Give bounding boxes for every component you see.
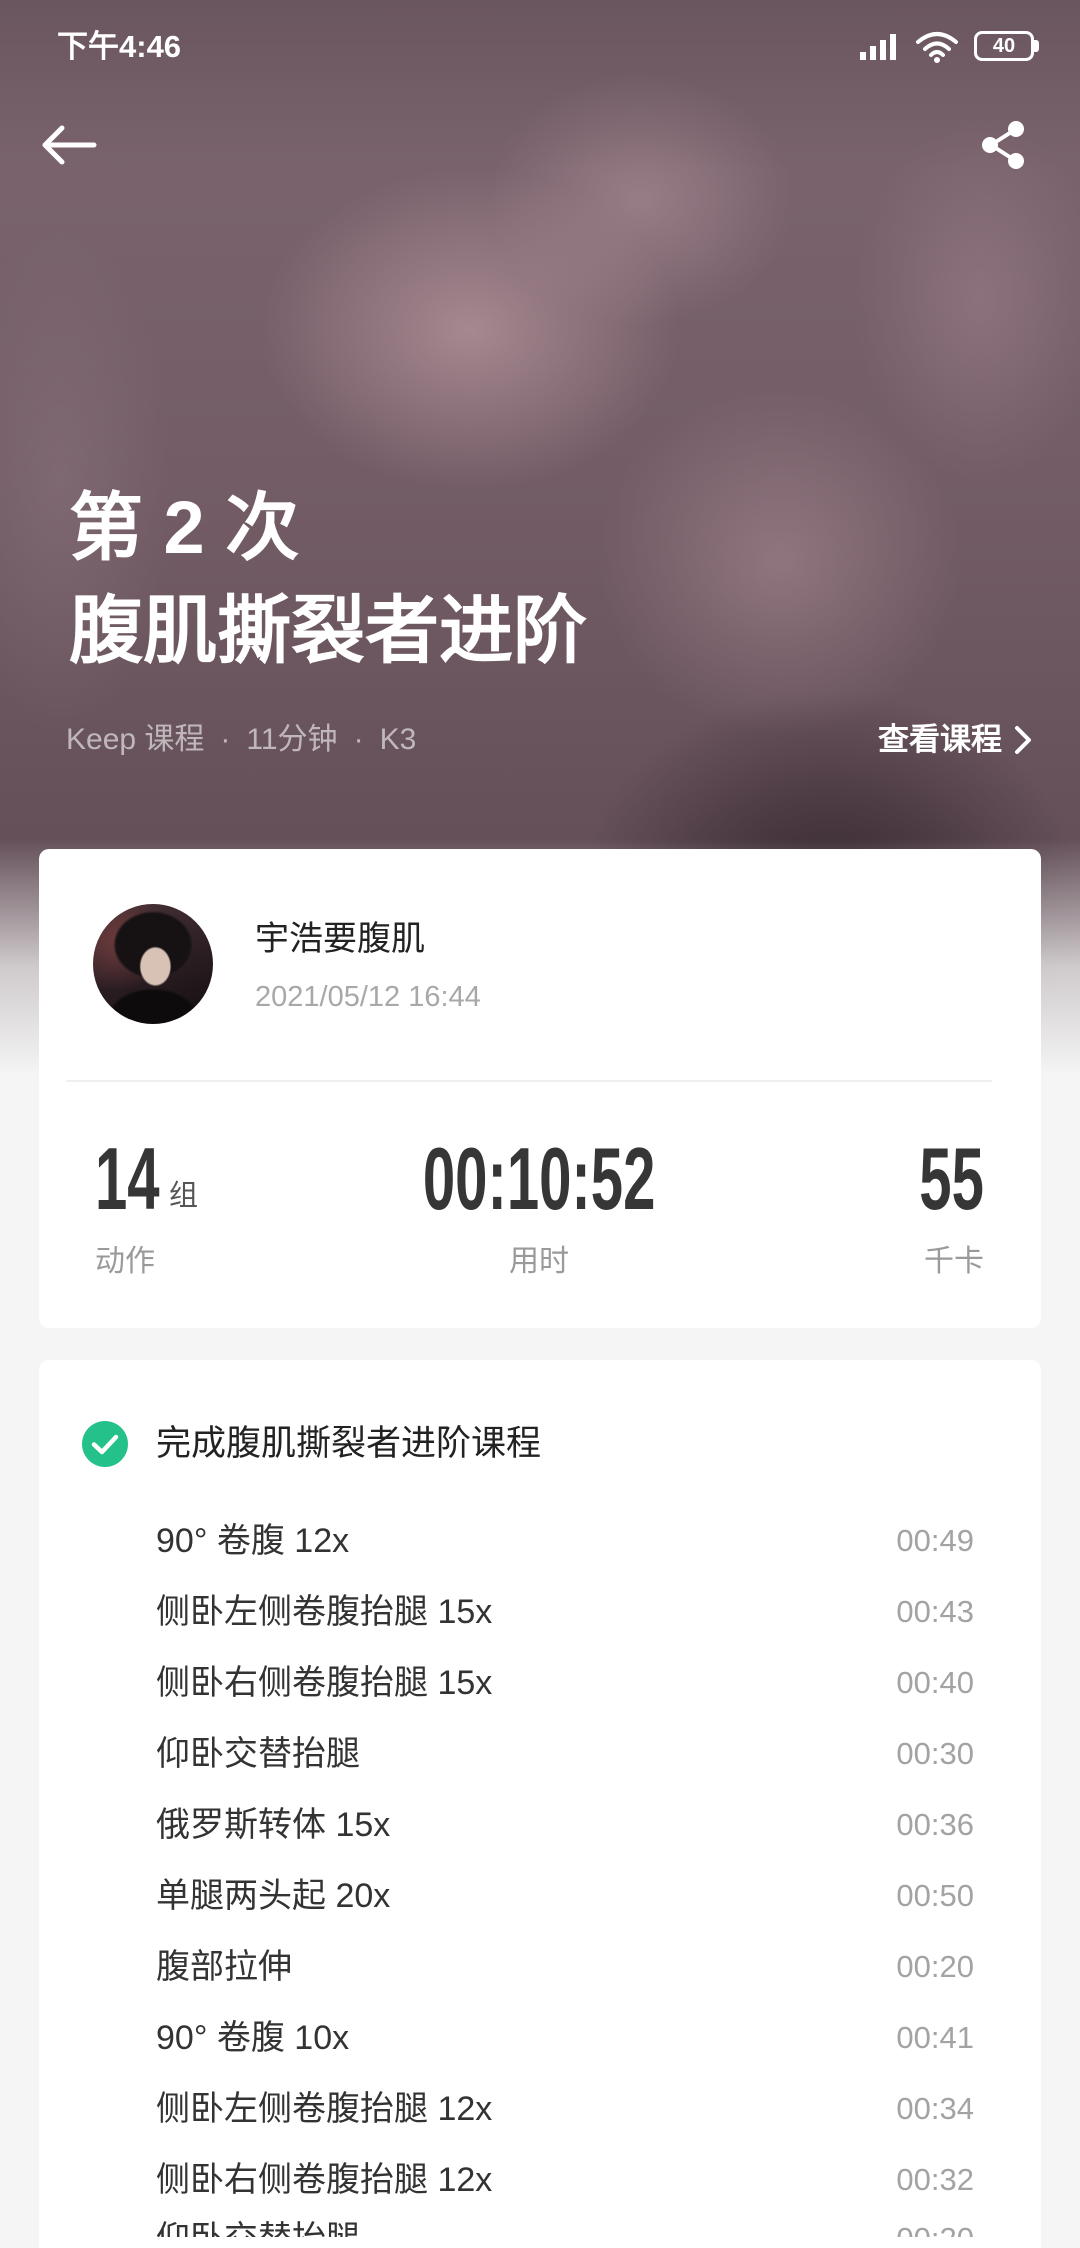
user-name[interactable]: 宇浩要腹肌 — [255, 917, 425, 961]
exercise-row: 仰卧交替抬腿 00:20 — [39, 2215, 1041, 2237]
exercise-row: 90° 卷腹 12x 00:49 — [39, 1505, 1041, 1576]
divider — [66, 1080, 992, 1082]
exercise-name: 仰卧交替抬腿 — [156, 2215, 360, 2237]
share-icon — [982, 121, 1024, 169]
exercise-name: 侧卧右侧卷腹抬腿 15x — [156, 1663, 493, 1702]
exercise-row: 侧卧左侧卷腹抬腿 12x 00:34 — [39, 2073, 1041, 2144]
exercise-time: 00:32 — [896, 2161, 974, 2197]
back-arrow-icon — [42, 125, 97, 165]
meta-duration: 11分钟 — [246, 723, 338, 756]
exercise-name: 仰卧交替抬腿 — [156, 1734, 360, 1773]
battery-tip — [1034, 40, 1039, 52]
share-button[interactable] — [976, 117, 1032, 173]
exercise-row: 90° 卷腹 10x 00:41 — [39, 2002, 1041, 2073]
exercise-name: 腹部拉伸 — [156, 1947, 292, 1986]
battery-level: 40 — [992, 35, 1016, 57]
view-course-label: 查看课程 — [878, 722, 1002, 757]
exercise-time: 00:20 — [896, 2215, 974, 2237]
exercise-row: 侧卧左侧卷腹抬腿 15x 00:43 — [39, 1576, 1041, 1647]
completion-card: 完成腹肌撕裂者进阶课程 90° 卷腹 12x 00:49 侧卧左侧卷腹抬腿 15… — [39, 1360, 1041, 2248]
exercise-list: 90° 卷腹 12x 00:49 侧卧左侧卷腹抬腿 15x 00:43 侧卧右侧… — [39, 1505, 1041, 2238]
user-avatar[interactable] — [93, 904, 213, 1024]
back-button[interactable] — [36, 117, 102, 173]
stat-duration: 00:10:52 — [339, 1134, 739, 1224]
exercise-name: 侧卧左侧卷腹抬腿 12x — [156, 2089, 493, 2128]
exercise-row: 侧卧右侧卷腹抬腿 12x 00:32 — [39, 2144, 1041, 2215]
workout-count-title: 第 2 次 — [69, 486, 300, 569]
stat-actions-value: 14 — [95, 1129, 160, 1228]
exercise-time: 00:49 — [896, 1522, 974, 1558]
exercise-name: 侧卧左侧卷腹抬腿 15x — [156, 1592, 493, 1631]
exercise-time: 00:34 — [896, 2090, 974, 2126]
stat-calories-value: 55 — [919, 1129, 984, 1228]
course-title: 腹肌撕裂者进阶 — [69, 589, 587, 672]
exercise-time: 00:20 — [896, 1948, 974, 1984]
exercise-name: 俄罗斯转体 15x — [156, 1805, 391, 1844]
workout-datetime: 2021/05/12 16:44 — [255, 981, 481, 1013]
status-time: 下午4:46 — [57, 29, 182, 64]
stat-calories: 55 — [784, 1134, 984, 1224]
signal-icon — [860, 34, 896, 60]
exercise-row: 侧卧右侧卷腹抬腿 15x 00:40 — [39, 1647, 1041, 1718]
stat-duration-value: 00:10:52 — [422, 1129, 656, 1228]
stat-calories-label: 千卡 — [924, 1245, 984, 1278]
meta-separator: · — [353, 723, 364, 756]
exercise-row: 腹部拉伸 00:20 — [39, 1931, 1041, 2002]
exercise-time: 00:43 — [896, 1593, 974, 1629]
exercise-row: 俄罗斯转体 15x 00:36 — [39, 1789, 1041, 1860]
wifi-icon — [916, 32, 958, 63]
meta-level: K3 — [379, 723, 417, 756]
exercise-name: 90° 卷腹 12x — [156, 1521, 350, 1560]
chevron-right-icon — [1015, 726, 1031, 754]
meta-separator: · — [220, 723, 231, 756]
exercise-time: 00:30 — [896, 1735, 974, 1771]
battery-icon: 40 — [974, 31, 1034, 61]
summary-card: 宇浩要腹肌 2021/05/12 16:44 14 组 00:10:52 55 … — [39, 849, 1041, 1328]
course-meta: Keep 课程 · 11分钟 · K3 — [66, 720, 416, 760]
exercise-time: 00:40 — [896, 1664, 974, 1700]
completion-title: 完成腹肌撕裂者进阶课程 — [156, 1424, 542, 1463]
exercise-name: 侧卧右侧卷腹抬腿 12x — [156, 2160, 493, 2199]
exercise-name: 单腿两头起 20x — [156, 1876, 391, 1915]
stat-actions-unit: 组 — [169, 1180, 199, 1212]
exercise-row: 仰卧交替抬腿 00:30 — [39, 1718, 1041, 1789]
stat-actions-label: 动作 — [95, 1245, 155, 1278]
view-course-link[interactable]: 查看课程 — [878, 718, 1032, 762]
exercise-time: 00:50 — [896, 1877, 974, 1913]
exercise-time: 00:36 — [896, 1806, 974, 1842]
meta-source: Keep 课程 — [66, 723, 205, 756]
check-circle-icon — [82, 1421, 128, 1467]
stat-duration-label: 用时 — [509, 1245, 569, 1278]
exercise-row: 单腿两头起 20x 00:50 — [39, 1860, 1041, 1931]
exercise-time: 00:41 — [896, 2019, 974, 2055]
exercise-name: 90° 卷腹 10x — [156, 2018, 350, 2057]
